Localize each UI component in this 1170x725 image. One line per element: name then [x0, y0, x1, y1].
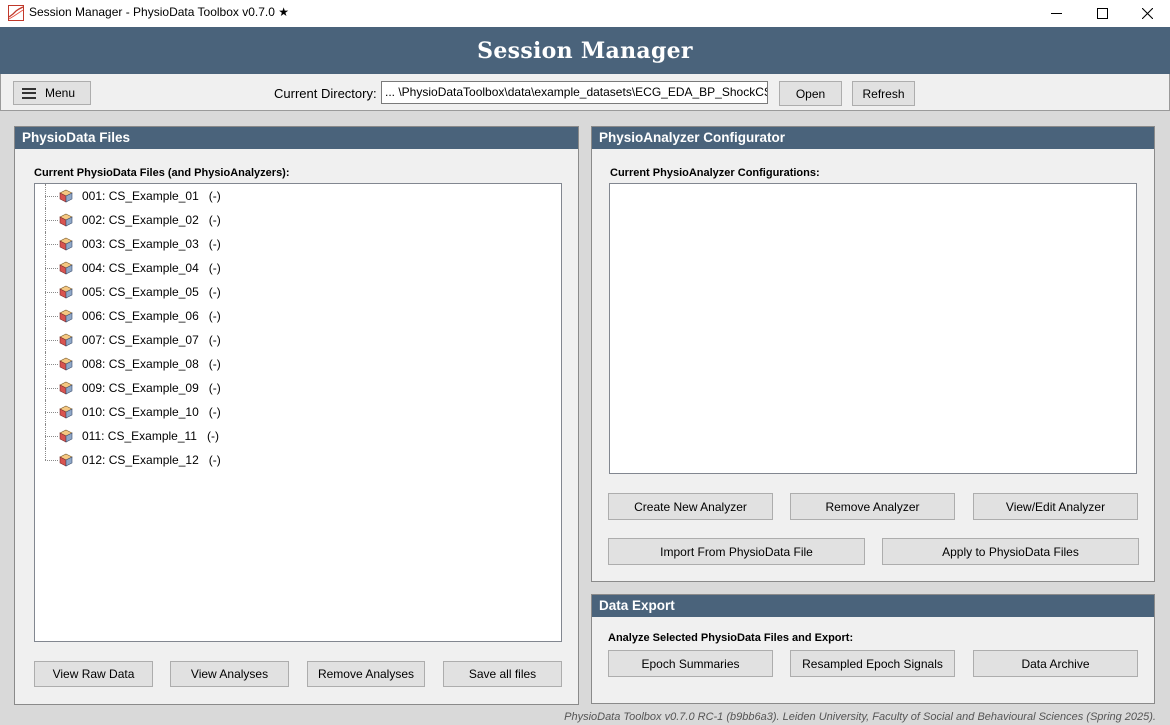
- file-tree-item[interactable]: 009: CS_Example_09 (-): [35, 376, 335, 400]
- minimize-icon: [1050, 13, 1062, 14]
- file-tree-item-label: 001: CS_Example_01 (-): [82, 189, 221, 203]
- package-cube-icon: [59, 189, 73, 203]
- file-tree-item-label: 012: CS_Example_12 (-): [82, 453, 221, 467]
- import-from-physiodata-file-button[interactable]: Import From PhysioData File: [608, 538, 865, 565]
- file-tree-item[interactable]: 004: CS_Example_04 (-): [35, 256, 335, 280]
- tree-connector-horizontal: [45, 460, 58, 461]
- remove-analyses-button[interactable]: Remove Analyses: [307, 661, 425, 687]
- view-edit-analyzer-button[interactable]: View/Edit Analyzer: [973, 493, 1138, 520]
- tree-connector-horizontal: [45, 220, 58, 221]
- package-cube-icon: [59, 309, 73, 323]
- package-cube-icon: [59, 429, 73, 443]
- close-button[interactable]: [1124, 0, 1170, 27]
- tree-connector-horizontal: [45, 268, 58, 269]
- file-tree-item-label: 002: CS_Example_02 (-): [82, 213, 221, 227]
- resampled-epoch-signals-button[interactable]: Resampled Epoch Signals: [790, 650, 955, 677]
- epoch-summaries-button[interactable]: Epoch Summaries: [608, 650, 773, 677]
- tree-connector-vertical: [45, 448, 46, 460]
- version-footer: PhysioData Toolbox v0.7.0 RC-1 (b9bb6a3)…: [564, 711, 1156, 723]
- create-new-analyzer-button[interactable]: Create New Analyzer: [608, 493, 773, 520]
- menu-button[interactable]: Menu: [13, 81, 91, 105]
- export-label: Analyze Selected PhysioData Files and Ex…: [608, 632, 854, 644]
- physiodata-app-icon: [8, 5, 24, 21]
- tree-connector-horizontal: [45, 196, 58, 197]
- tree-connector-horizontal: [45, 340, 58, 341]
- maximize-button[interactable]: [1079, 0, 1125, 27]
- data-archive-button[interactable]: Data Archive: [973, 650, 1138, 677]
- file-tree-item[interactable]: 003: CS_Example_03 (-): [35, 232, 335, 256]
- file-tree-item-label: 006: CS_Example_06 (-): [82, 309, 221, 323]
- physioanalyzer-configurator-header: PhysioAnalyzer Configurator: [592, 127, 1154, 149]
- window-titlebar: Session Manager - PhysioData Toolbox v0.…: [0, 0, 1170, 27]
- tree-connector-horizontal: [45, 244, 58, 245]
- analyzer-list-label: Current PhysioAnalyzer Configurations:: [610, 167, 820, 179]
- package-cube-icon: [59, 213, 73, 227]
- file-tree-item[interactable]: 006: CS_Example_06 (-): [35, 304, 335, 328]
- tree-connector-horizontal: [45, 388, 58, 389]
- current-directory-field[interactable]: ... \PhysioDataToolbox\data\example_data…: [381, 81, 768, 104]
- apply-to-physiodata-files-button[interactable]: Apply to PhysioData Files: [882, 538, 1139, 565]
- file-tree-item-label: 007: CS_Example_07 (-): [82, 333, 221, 347]
- file-tree-item[interactable]: 005: CS_Example_05 (-): [35, 280, 335, 304]
- package-cube-icon: [59, 357, 73, 371]
- data-export-panel: Data Export Analyze Selected PhysioData …: [591, 594, 1155, 704]
- file-tree-item-label: 005: CS_Example_05 (-): [82, 285, 221, 299]
- file-tree-item-label: 011: CS_Example_11 (-): [82, 429, 219, 443]
- save-all-files-button[interactable]: Save all files: [443, 661, 562, 687]
- hamburger-icon: [22, 87, 36, 99]
- banner-title: Session Manager: [477, 37, 693, 64]
- menu-button-label: Menu: [45, 86, 76, 100]
- current-directory-label: Current Directory:: [274, 86, 377, 101]
- package-cube-icon: [59, 237, 73, 251]
- toolbar: Menu Current Directory: ... \PhysioDataT…: [0, 74, 1170, 111]
- tree-connector-horizontal: [45, 316, 58, 317]
- file-tree-item[interactable]: 007: CS_Example_07 (-): [35, 328, 335, 352]
- refresh-button[interactable]: Refresh: [852, 81, 915, 106]
- package-cube-icon: [59, 333, 73, 347]
- file-tree-item[interactable]: 011: CS_Example_11 (-): [35, 424, 335, 448]
- close-icon: [1141, 8, 1153, 19]
- view-analyses-button[interactable]: View Analyses: [170, 661, 289, 687]
- data-export-header: Data Export: [592, 595, 1154, 617]
- tree-connector-horizontal: [45, 364, 58, 365]
- package-cube-icon: [59, 381, 73, 395]
- package-cube-icon: [59, 405, 73, 419]
- file-tree-item[interactable]: 001: CS_Example_01 (-): [35, 184, 335, 208]
- tree-connector-horizontal: [45, 292, 58, 293]
- physiodata-files-header: PhysioData Files: [15, 127, 578, 149]
- package-cube-icon: [59, 453, 73, 467]
- package-cube-icon: [59, 261, 73, 275]
- file-tree-item[interactable]: 002: CS_Example_02 (-): [35, 208, 335, 232]
- physiodata-files-panel: PhysioData Files Current PhysioData File…: [14, 126, 579, 705]
- view-raw-data-button[interactable]: View Raw Data: [34, 661, 153, 687]
- file-tree-item-label: 010: CS_Example_10 (-): [82, 405, 221, 419]
- file-tree-item[interactable]: 012: CS_Example_12 (-): [35, 448, 335, 472]
- physiodata-files-tree[interactable]: 001: CS_Example_01 (-) 002: CS_Example_02…: [34, 183, 562, 642]
- file-tree-item[interactable]: 010: CS_Example_10 (-): [35, 400, 335, 424]
- file-tree-item-label: 009: CS_Example_09 (-): [82, 381, 221, 395]
- minimize-button[interactable]: [1033, 0, 1079, 27]
- analyzer-configurations-list[interactable]: [609, 183, 1137, 474]
- window-title: Session Manager - PhysioData Toolbox v0.…: [29, 5, 290, 19]
- file-tree-item-label: 003: CS_Example_03 (-): [82, 237, 221, 251]
- remove-analyzer-button[interactable]: Remove Analyzer: [790, 493, 955, 520]
- package-cube-icon: [59, 285, 73, 299]
- physioanalyzer-configurator-panel: PhysioAnalyzer Configurator Current Phys…: [591, 126, 1155, 582]
- session-manager-banner: Session Manager: [0, 27, 1170, 74]
- maximize-icon: [1096, 8, 1108, 19]
- files-list-label: Current PhysioData Files (and PhysioAnal…: [34, 167, 290, 179]
- tree-connector-horizontal: [45, 436, 58, 437]
- file-tree-item-label: 004: CS_Example_04 (-): [82, 261, 221, 275]
- file-tree-item-label: 008: CS_Example_08 (-): [82, 357, 221, 371]
- open-button[interactable]: Open: [779, 81, 842, 106]
- tree-connector-horizontal: [45, 412, 58, 413]
- file-tree-item[interactable]: 008: CS_Example_08 (-): [35, 352, 335, 376]
